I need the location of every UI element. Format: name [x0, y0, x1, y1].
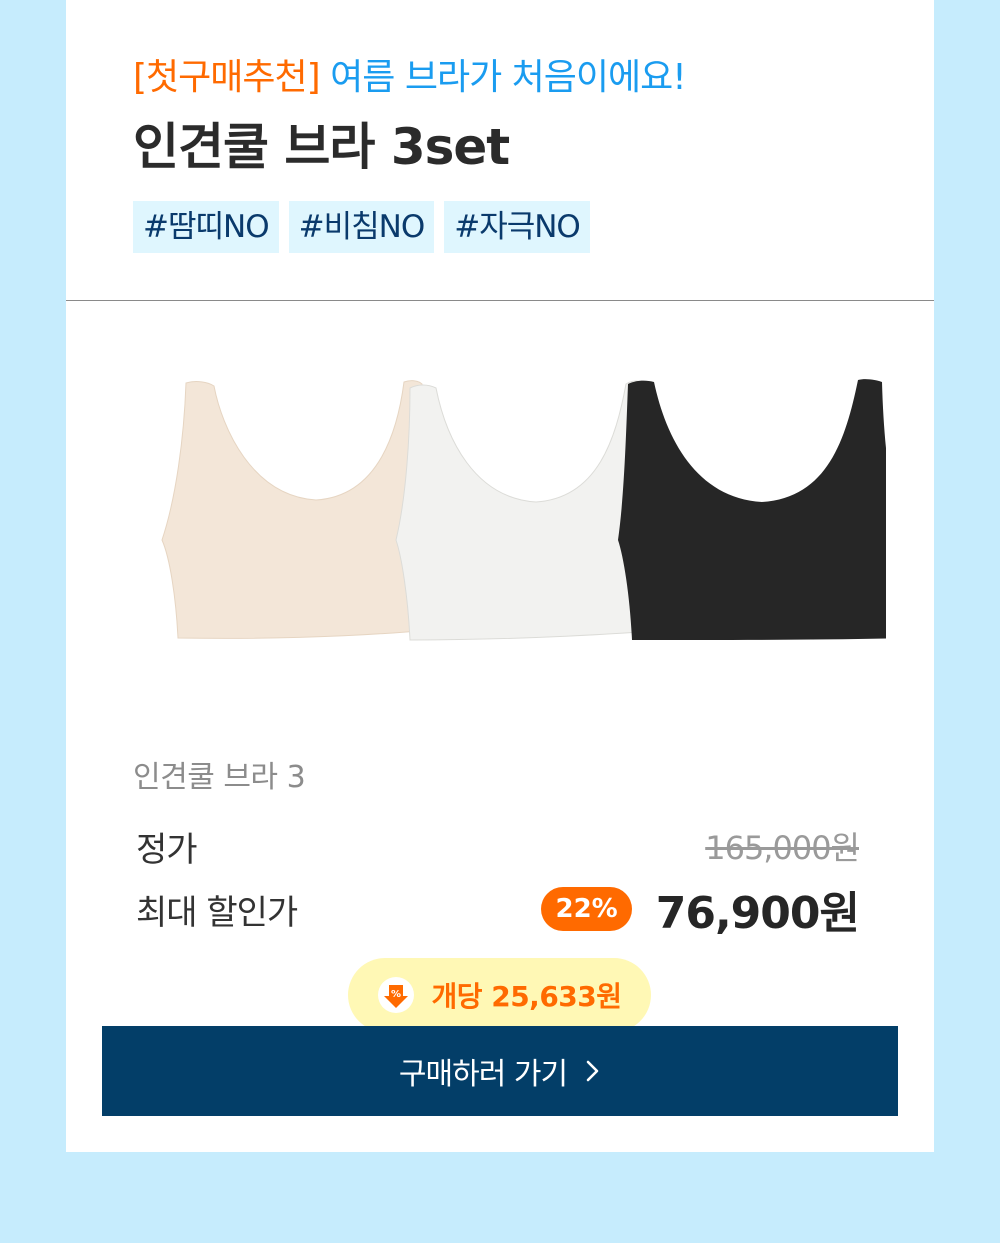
buy-button[interactable]: 구매하러 가기: [102, 1026, 898, 1116]
per-unit-price: 개당 25,633원: [431, 980, 622, 1013]
buy-button-label: 구매하러 가기: [398, 1057, 568, 1092]
bra-3-colors-image: [161, 379, 886, 641]
sale-price-label: 최대 할인가: [136, 892, 298, 933]
discount-badge: 22%: [541, 887, 632, 931]
regular-price: 165,000원: [705, 829, 860, 867]
discount-down-arrow-icon: %: [378, 977, 415, 1013]
sale-price-group: 22% 76,900원: [541, 877, 860, 941]
regular-price-label: 정가: [136, 829, 198, 870]
hashtag: #땀띠NO: [133, 201, 279, 253]
sale-price: 76,900원: [655, 888, 860, 939]
regular-price-row: 정가 165,000원: [136, 822, 860, 870]
chevron-right-icon: [586, 1060, 599, 1082]
hashtag-list: #땀띠NO #비침NO #자극NO: [133, 201, 590, 253]
hashtag: #자극NO: [444, 201, 590, 253]
promo-text: 여름 브라가 처음이에요!: [330, 57, 687, 98]
promo-line: [첫구매추천] 여름 브라가 처음이에요!: [133, 55, 687, 101]
promo-tag: [첫구매추천]: [133, 57, 321, 98]
svg-text:%: %: [391, 989, 401, 1000]
product-card: [첫구매추천] 여름 브라가 처음이에요! 인견쿨 브라 3set #땀띠NO …: [66, 0, 934, 1152]
hashtag: #비침NO: [288, 201, 435, 253]
page-title: 인견쿨 브라 3set: [133, 118, 510, 176]
product-name: 인견쿨 브라 3: [133, 760, 306, 795]
sale-price-row: 최대 할인가 22% 76,900원: [136, 877, 860, 941]
divider: [66, 300, 934, 301]
per-unit-tooltip: % 개당 25,633원: [348, 958, 651, 1044]
